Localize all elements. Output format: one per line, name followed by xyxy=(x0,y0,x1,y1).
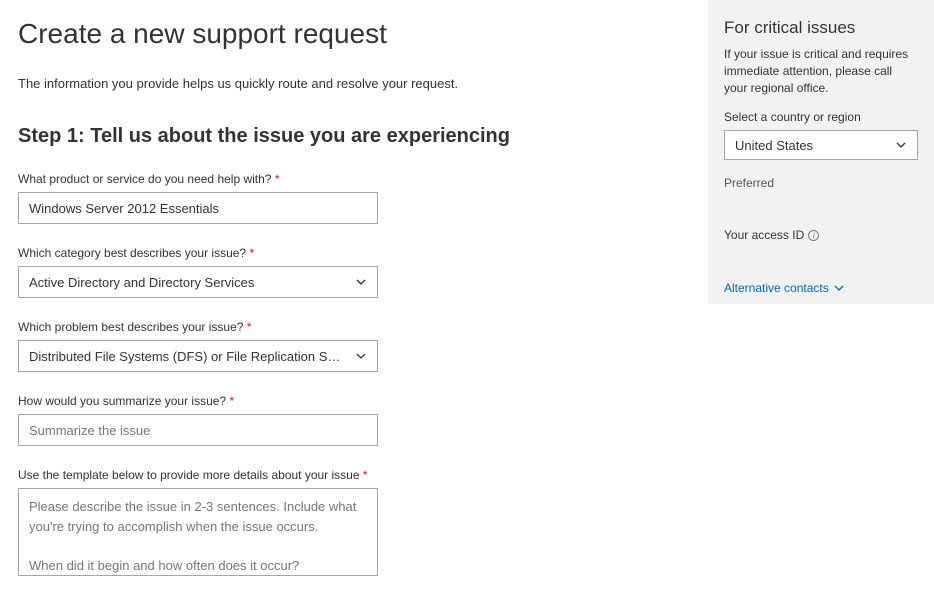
details-textarea[interactable] xyxy=(18,488,378,576)
chevron-down-icon xyxy=(355,350,367,362)
summary-label: How would you summarize your issue? * xyxy=(18,394,378,408)
category-select[interactable]: Active Directory and Directory Services xyxy=(18,266,378,298)
chevron-down-icon xyxy=(833,282,845,294)
product-label: What product or service do you need help… xyxy=(18,172,378,186)
sidebar-text: If your issue is critical and requires i… xyxy=(724,46,918,96)
region-label: Select a country or region xyxy=(724,110,918,124)
details-label: Use the template below to provide more d… xyxy=(18,468,378,482)
details-field: Use the template below to provide more d… xyxy=(18,468,378,576)
problem-value: Distributed File Systems (DFS) or File R… xyxy=(29,349,347,364)
product-input[interactable]: Windows Server 2012 Essentials xyxy=(18,192,378,224)
step-heading: Step 1: Tell us about the issue you are … xyxy=(18,125,682,148)
region-select[interactable]: United States xyxy=(724,130,918,160)
intro-text: The information you provide helps us qui… xyxy=(18,76,682,91)
chevron-down-icon xyxy=(895,139,907,151)
chevron-down-icon xyxy=(355,276,367,288)
preferred-label: Preferred xyxy=(724,176,918,190)
category-value: Active Directory and Directory Services xyxy=(29,275,347,290)
critical-issues-sidebar: For critical issues If your issue is cri… xyxy=(708,0,934,304)
product-value: Windows Server 2012 Essentials xyxy=(29,201,367,216)
access-id-label: Your access ID xyxy=(724,228,804,242)
alternative-contacts-link[interactable]: Alternative contacts xyxy=(724,281,845,295)
region-value: United States xyxy=(735,138,813,153)
page-title: Create a new support request xyxy=(18,18,682,50)
alternative-contacts-label: Alternative contacts xyxy=(724,281,829,295)
problem-field: Which problem best describes your issue?… xyxy=(18,320,378,372)
summary-field: How would you summarize your issue? * xyxy=(18,394,378,446)
category-label: Which category best describes your issue… xyxy=(18,246,378,260)
problem-select[interactable]: Distributed File Systems (DFS) or File R… xyxy=(18,340,378,372)
info-icon[interactable]: i xyxy=(808,230,819,241)
access-id-row: Your access ID i xyxy=(724,228,918,242)
product-field: What product or service do you need help… xyxy=(18,172,378,224)
sidebar-title: For critical issues xyxy=(724,18,918,38)
summary-input[interactable] xyxy=(18,414,378,446)
category-field: Which category best describes your issue… xyxy=(18,246,378,298)
problem-label: Which problem best describes your issue?… xyxy=(18,320,378,334)
main-form: Create a new support request The informa… xyxy=(0,0,700,598)
